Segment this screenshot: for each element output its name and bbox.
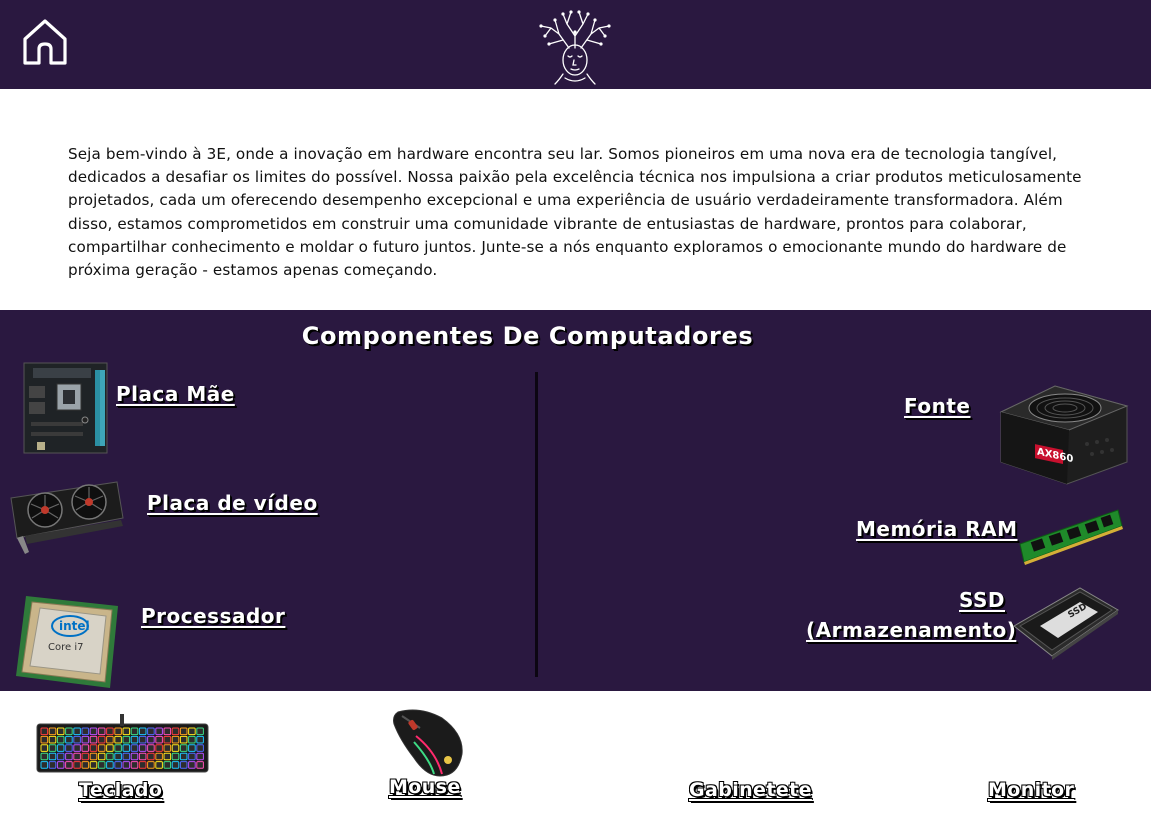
intro-paragraph: Seja bem-vindo à 3E, onde a inovação em … — [68, 145, 1082, 280]
link-gabinete[interactable]: Gabinetete — [689, 779, 812, 801]
column-divider — [535, 372, 538, 677]
link-processador[interactable]: Processador — [141, 604, 285, 628]
home-icon[interactable] — [20, 17, 70, 67]
link-monitor[interactable]: Monitor — [988, 779, 1074, 801]
keyboard-icon[interactable] — [36, 714, 210, 774]
mouse-icon[interactable] — [390, 706, 466, 778]
link-placa-mae[interactable]: Placa Mãe — [116, 382, 235, 406]
motherboard-icon[interactable] — [23, 362, 108, 454]
link-memoria-ram[interactable]: Memória RAM — [856, 517, 1018, 541]
components-section: Componentes De Computadores Placa Mãe Pl… — [0, 310, 1151, 691]
power-supply-icon[interactable]: AX860 — [997, 384, 1131, 486]
link-placa-de-video[interactable]: Placa de vídeo — [147, 491, 318, 515]
top-navbar — [0, 0, 1151, 89]
svg-text:intel: intel — [59, 619, 90, 633]
ssd-icon[interactable]: SSD — [1010, 586, 1120, 660]
section-title: Componentes De Computadores — [301, 322, 754, 350]
graphics-card-icon[interactable] — [5, 478, 127, 560]
tree-face-logo-icon — [539, 10, 611, 85]
ram-module-icon[interactable] — [1018, 506, 1124, 566]
link-ssd-armazenamento[interactable]: (Armazenamento) — [806, 618, 1016, 642]
link-teclado[interactable]: Teclado — [79, 779, 162, 801]
link-mouse[interactable]: Mouse — [389, 776, 461, 798]
cpu-icon[interactable]: intel Core i7 — [12, 588, 124, 691]
svg-text:Core i7: Core i7 — [48, 642, 83, 653]
link-ssd[interactable]: SSD — [959, 588, 1005, 612]
link-fonte[interactable]: Fonte — [904, 394, 970, 418]
